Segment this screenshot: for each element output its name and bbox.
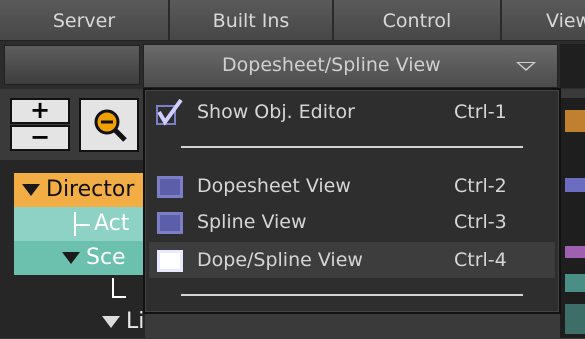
collapse-triangle-icon[interactable]	[62, 252, 80, 264]
scene-tree: Director Act Sce Live 2	[0, 160, 145, 338]
collapse-triangle-icon[interactable]	[102, 316, 120, 328]
tree-item-live-2[interactable]: Live 2	[14, 305, 145, 339]
timeline-block	[565, 304, 585, 334]
timeline-marker	[565, 110, 585, 132]
view-mode-menu: Show Obj. Editor Ctrl-1 Dopesheet View C…	[143, 88, 561, 314]
view-mode-dropdown[interactable]: Dopesheet/Spline View	[143, 44, 558, 88]
view-mode-selected: Dopesheet/Spline View	[222, 54, 441, 76]
zoom-tool-button[interactable]	[79, 98, 139, 152]
menu-view[interactable]: View	[500, 0, 585, 40]
menu-item-dope-spline-view[interactable]: Dope/Spline View Ctrl-4	[149, 242, 555, 278]
toolbar-blank-area	[4, 45, 140, 85]
timeline-strip	[560, 98, 585, 338]
menu-item-spline-view[interactable]: Spline View Ctrl-3	[149, 204, 555, 240]
menu-server[interactable]: Server	[0, 0, 168, 40]
tree-connector	[112, 296, 126, 298]
tree-connector	[112, 278, 114, 298]
dope-spline-view-icon	[157, 250, 183, 272]
menu-built-ins[interactable]: Built Ins	[168, 0, 332, 40]
tree-item-director[interactable]: Director	[14, 173, 145, 207]
dopesheet-view-icon	[157, 176, 183, 198]
menu-bar: Server Built Ins Control View	[0, 0, 585, 41]
toolbar-right-edge	[560, 44, 585, 88]
menu-control[interactable]: Control	[332, 0, 500, 40]
menu-item-show-obj-editor[interactable]: Show Obj. Editor Ctrl-1	[149, 94, 555, 130]
tree-item-scene[interactable]: Sce	[14, 241, 145, 275]
spline-view-icon	[157, 212, 183, 234]
menu-separator	[181, 146, 523, 148]
timeline-block	[565, 246, 585, 258]
checkmark-icon	[156, 98, 183, 126]
tree-connector	[74, 224, 90, 226]
zoom-in-button[interactable]: +	[10, 98, 70, 124]
zoom-out-button[interactable]: −	[10, 125, 70, 151]
chevron-down-icon	[516, 62, 536, 71]
magnifier-icon	[94, 109, 127, 142]
menu-separator	[181, 294, 523, 296]
menu-item-dopesheet-view[interactable]: Dopesheet View Ctrl-2	[149, 168, 555, 204]
timeline-block	[565, 274, 585, 292]
timeline-block	[565, 178, 585, 192]
collapse-triangle-icon[interactable]	[22, 184, 40, 196]
